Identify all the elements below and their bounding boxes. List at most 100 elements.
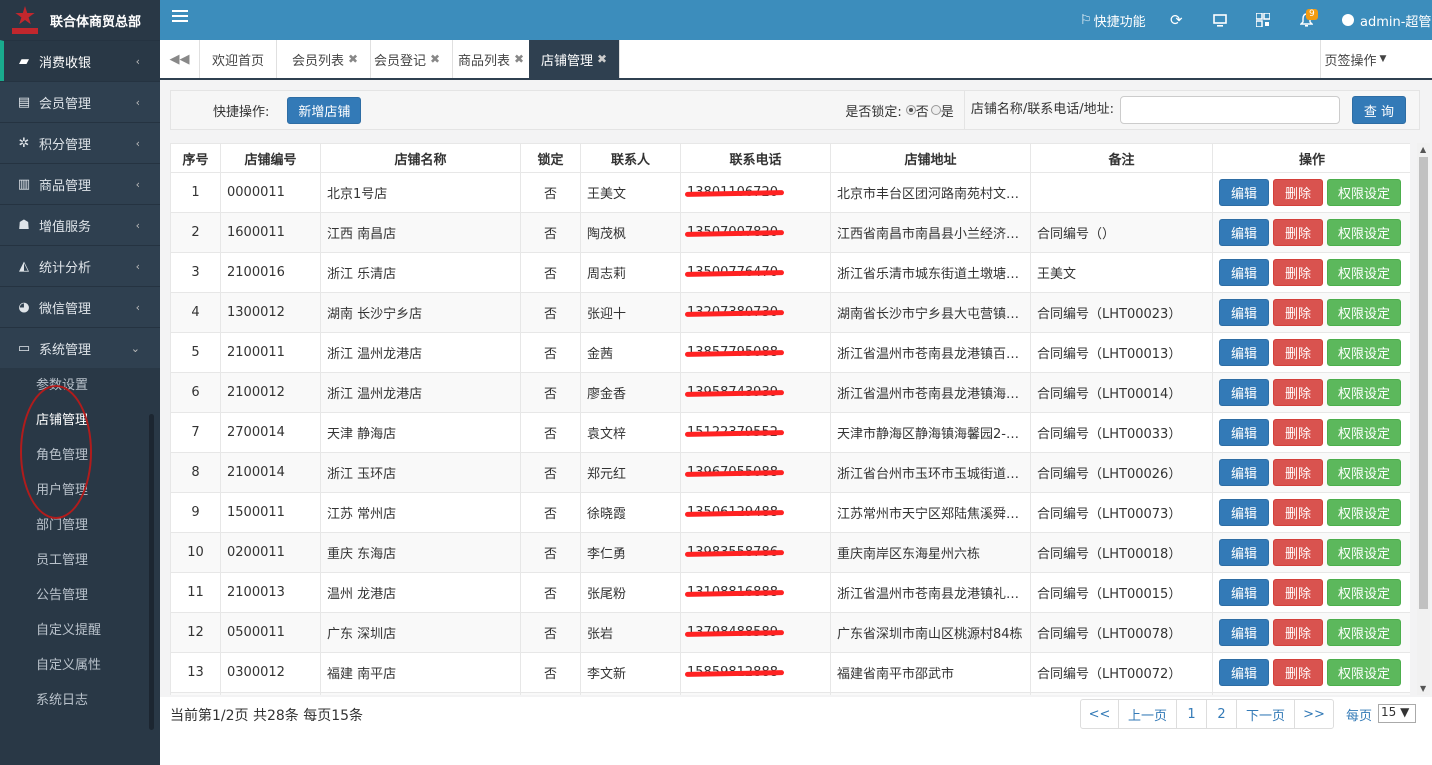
page-link-4[interactable]: 下一页	[1237, 700, 1295, 728]
delete-button[interactable]: 删除	[1273, 259, 1323, 286]
search-input[interactable]	[1119, 96, 1340, 124]
pagination-footer: 当前第1/2页 共28条 每页15条 << 上一页 1 2 下一页 >> 每页 15 ▼	[160, 697, 1432, 730]
permission-button[interactable]: 权限设定	[1327, 459, 1401, 486]
delete-button[interactable]: 删除	[1273, 219, 1323, 246]
edit-button[interactable]: 编辑	[1219, 419, 1269, 446]
tab-scroll-left-icon[interactable]: ◀◀	[160, 40, 200, 78]
qrcode-icon[interactable]	[1256, 0, 1270, 40]
edit-button[interactable]: 编辑	[1219, 339, 1269, 366]
edit-button[interactable]: 编辑	[1219, 219, 1269, 246]
scroll-up-icon[interactable]: ▲	[1420, 145, 1426, 154]
edit-button[interactable]: 编辑	[1219, 379, 1269, 406]
submenu-item-0[interactable]: 参数设置	[0, 368, 160, 403]
permission-button[interactable]: 权限设定	[1327, 379, 1401, 406]
submenu-item-2[interactable]: 角色管理	[0, 438, 160, 473]
hamburger-menu-icon[interactable]	[172, 10, 188, 24]
sidebar-item-4[interactable]: ☗ 增值服务 ‹	[0, 204, 160, 245]
edit-button[interactable]: 编辑	[1219, 259, 1269, 286]
submenu-item-9[interactable]: 系统日志	[0, 683, 160, 718]
sidebar-item-1[interactable]: ▤ 会员管理 ‹	[0, 81, 160, 122]
delete-button[interactable]: 删除	[1273, 419, 1323, 446]
submenu-item-6[interactable]: 公告管理	[0, 578, 160, 613]
delete-button[interactable]: 删除	[1273, 339, 1323, 366]
scroll-down-icon[interactable]: ▼	[1420, 684, 1426, 693]
close-icon[interactable]: ✖	[514, 52, 524, 66]
edit-button[interactable]: 编辑	[1219, 659, 1269, 686]
page-link-1[interactable]: 上一页	[1119, 700, 1177, 728]
page-link-2[interactable]: 1	[1177, 700, 1207, 728]
permission-button[interactable]: 权限设定	[1327, 339, 1401, 366]
delete-button[interactable]: 删除	[1273, 619, 1323, 646]
lock-yes-radio[interactable]	[930, 105, 941, 115]
submenu-item-4[interactable]: 部门管理	[0, 508, 160, 543]
cell-phone: 13983558786	[680, 532, 831, 573]
refresh-icon[interactable]: ⟳	[1170, 0, 1183, 40]
lock-no-radio[interactable]	[905, 105, 916, 115]
tab-1[interactable]: 会员列表 ✖	[280, 40, 372, 78]
cell-no: 7	[170, 412, 221, 453]
cell-contact: 郑元红	[580, 452, 681, 493]
tab-operations-dropdown[interactable]: 页签操作 ▼	[1320, 40, 1390, 78]
submenu-item-1[interactable]: 店铺管理	[0, 403, 160, 438]
sidebar-item-3[interactable]: ▥ 商品管理 ‹	[0, 163, 160, 204]
permission-button[interactable]: 权限设定	[1327, 419, 1401, 446]
sidebar-item-5[interactable]: ◭ 统计分析 ‹	[0, 245, 160, 286]
per-page-select[interactable]: 15 ▼	[1378, 704, 1416, 723]
delete-button[interactable]: 删除	[1273, 299, 1323, 326]
desktop-icon[interactable]	[1213, 0, 1227, 40]
permission-button[interactable]: 权限设定	[1327, 619, 1401, 646]
close-icon[interactable]: ✖	[430, 52, 440, 66]
permission-button[interactable]: 权限设定	[1327, 659, 1401, 686]
permission-button[interactable]: 权限设定	[1327, 259, 1401, 286]
submenu-item-3[interactable]: 用户管理	[0, 473, 160, 508]
sidebar-item-7[interactable]: ▭ 系统管理 ⌄	[0, 327, 160, 368]
sidebar-item-6[interactable]: ◕ 微信管理 ‹	[0, 286, 160, 327]
delete-button[interactable]: 删除	[1273, 579, 1323, 606]
add-store-button[interactable]: 新增店铺	[287, 96, 362, 124]
permission-button[interactable]: 权限设定	[1327, 499, 1401, 526]
delete-button[interactable]: 删除	[1273, 379, 1323, 406]
page-link-5[interactable]: >>	[1295, 700, 1333, 728]
sidebar-item-2[interactable]: ✲ 积分管理 ‹	[0, 122, 160, 163]
submenu-item-5[interactable]: 员工管理	[0, 543, 160, 578]
permission-button[interactable]: 权限设定	[1327, 539, 1401, 566]
page-link-0[interactable]: <<	[1081, 700, 1119, 728]
edit-button[interactable]: 编辑	[1219, 179, 1269, 206]
submenu-scrollbar[interactable]	[149, 414, 154, 730]
close-icon[interactable]: ✖	[348, 52, 358, 66]
edit-button[interactable]: 编辑	[1219, 499, 1269, 526]
close-icon[interactable]: ✖	[597, 52, 607, 66]
sidebar-item-0[interactable]: ▰ 消费收银 ‹	[0, 40, 160, 81]
permission-button[interactable]: 权限设定	[1327, 179, 1401, 206]
query-button[interactable]: 查 询	[1351, 96, 1406, 124]
delete-button[interactable]: 删除	[1273, 499, 1323, 526]
tab-4[interactable]: 店铺管理 ✖	[529, 40, 621, 78]
delete-button[interactable]: 删除	[1273, 659, 1323, 686]
delete-button[interactable]: 删除	[1273, 459, 1323, 486]
edit-button[interactable]: 编辑	[1219, 299, 1269, 326]
tab-3[interactable]: 商品列表 ✖	[446, 40, 538, 78]
table-scrollbar[interactable]: ▲ ▼	[1417, 143, 1430, 695]
system-submenu: 参数设置 店铺管理 角色管理 用户管理 部门管理 员工管理 公告管理 自定义提醒 自定义属性 系统…	[0, 368, 160, 765]
submenu-item-8[interactable]: 自定义属性	[0, 648, 160, 683]
edit-button[interactable]: 编辑	[1219, 579, 1269, 606]
tab-0[interactable]: 欢迎首页	[200, 40, 278, 78]
submenu-item-7[interactable]: 自定义提醒	[0, 613, 160, 648]
user-menu[interactable]: admin-超管	[1342, 0, 1431, 40]
edit-button[interactable]: 编辑	[1219, 459, 1269, 486]
permission-button[interactable]: 权限设定	[1327, 299, 1401, 326]
cell-code: 0300012	[220, 652, 321, 693]
bell-icon[interactable]	[1300, 0, 1313, 40]
cell-contact: 徐晓霞	[580, 492, 681, 533]
page-link-3[interactable]: 2	[1207, 700, 1237, 728]
tab-2[interactable]: 会员登记 ✖	[362, 40, 454, 78]
delete-button[interactable]: 删除	[1273, 539, 1323, 566]
scrollbar-thumb[interactable]	[1419, 157, 1428, 609]
permission-button[interactable]: 权限设定	[1327, 219, 1401, 246]
quick-function-button[interactable]: ⚐ 快捷功能	[1080, 0, 1146, 40]
delete-button[interactable]: 删除	[1273, 179, 1323, 206]
permission-button[interactable]: 权限设定	[1327, 579, 1401, 606]
edit-button[interactable]: 编辑	[1219, 539, 1269, 566]
edit-button[interactable]: 编辑	[1219, 619, 1269, 646]
redacted-phone: 13506129488	[687, 505, 778, 520]
